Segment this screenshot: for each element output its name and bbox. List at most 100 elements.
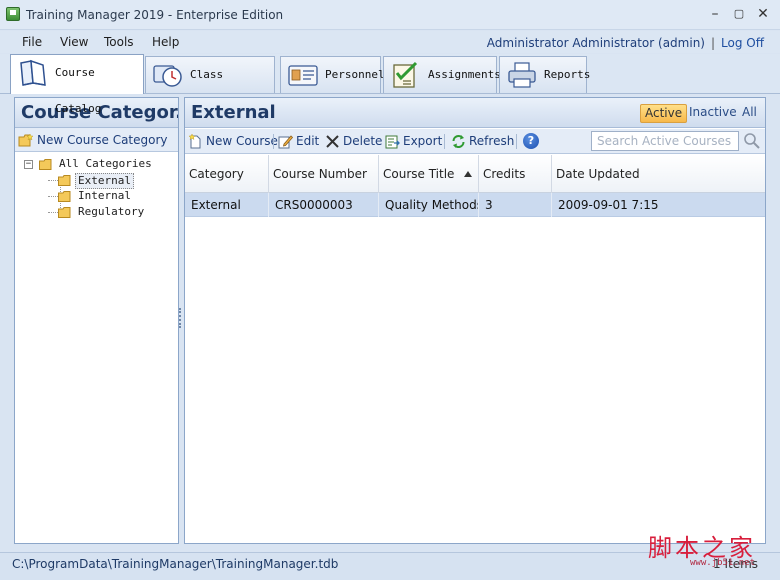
tree-label: Internal [78, 189, 131, 202]
course-grid: Category Course Number Course Title Cred… [185, 155, 765, 217]
column-header-label: Course Number [273, 167, 367, 181]
column-header-credits[interactable]: Credits [479, 155, 552, 193]
sort-ascending-icon [464, 171, 472, 177]
main-tabs: Course Catalog Class Sessions Personnel … [0, 54, 780, 117]
minimize-button[interactable]: – [704, 5, 726, 23]
search-icon[interactable] [743, 132, 761, 150]
column-header-label: Date Updated [556, 167, 640, 181]
column-header-course-title[interactable]: Course Title [379, 155, 479, 193]
tree-node-external[interactable]: External [15, 172, 178, 189]
tab-assignments[interactable]: Assignments [383, 56, 501, 93]
column-header-course-number[interactable]: Course Number [269, 155, 379, 193]
tab-label: Assignments [428, 68, 501, 81]
toolbar-divider [516, 134, 517, 149]
new-course-category-button[interactable]: New Course Category [15, 128, 178, 152]
tree-node-internal[interactable]: Internal [15, 188, 178, 204]
app-icon [6, 7, 20, 21]
tree-connector [48, 196, 58, 197]
folder-icon [58, 207, 71, 218]
tab-label: Personnel [325, 68, 385, 81]
new-folder-icon [18, 134, 34, 147]
delete-button[interactable]: Delete [325, 133, 382, 150]
new-course-button[interactable]: New Course [188, 133, 278, 150]
tab-course-catalog[interactable]: Course Catalog [10, 54, 144, 115]
export-button[interactable]: Export [385, 133, 442, 150]
collapse-toggle[interactable]: − [24, 160, 33, 169]
column-header-label: Credits [483, 167, 526, 181]
tab-label: Course Catalog [55, 66, 102, 115]
clock-icon [153, 65, 182, 87]
course-panel-title: External [191, 102, 276, 123]
logoff-link[interactable]: Log Off [721, 36, 764, 50]
tab-label: Reports [544, 68, 591, 81]
cell-course-title: Quality Methods [379, 193, 479, 217]
id-card-icon [288, 65, 318, 86]
category-tree: − All Categories External Internal Regul… [15, 152, 178, 220]
tree-node-regulatory[interactable]: Regulatory [15, 204, 178, 220]
course-toolbar: New Course Edit Delete Export Refresh ? … [185, 129, 765, 154]
checklist-icon [393, 61, 418, 88]
tree-connector [48, 180, 58, 181]
column-header-category[interactable]: Category [185, 155, 269, 193]
printer-icon [508, 62, 536, 88]
database-path: C:\ProgramData\TrainingManager\TrainingM… [12, 557, 339, 571]
grid-header: Category Course Number Course Title Cred… [185, 155, 765, 193]
cell-course-number: CRS0000003 [269, 193, 379, 217]
title-bar: Training Manager 2019 - Enterprise Editi… [0, 0, 780, 30]
folder-icon [58, 191, 71, 202]
filter-active[interactable]: Active [640, 104, 688, 123]
search-input[interactable] [591, 131, 739, 151]
menu-view[interactable]: View [60, 35, 88, 49]
course-panel: External Active Inactive All New Course … [184, 97, 766, 544]
menu-file[interactable]: File [22, 35, 42, 49]
column-header-label: Category [189, 167, 244, 181]
delete-label: Delete [343, 134, 383, 148]
cell-date-updated: 2009-09-01 7:15 [558, 198, 659, 212]
tree-label: All Categories [59, 157, 152, 170]
refresh-icon [452, 135, 465, 148]
course-panel-header: External Active Inactive All [185, 98, 765, 128]
toolbar-divider [273, 134, 274, 149]
export-icon [385, 135, 400, 149]
edit-icon [278, 135, 293, 149]
user-separator: | [710, 36, 716, 50]
tab-class-sessions[interactable]: Class Sessions [145, 56, 275, 117]
tree-label: Regulatory [78, 205, 145, 218]
new-document-icon [188, 134, 201, 149]
splitter-handle[interactable] [179, 308, 182, 328]
new-course-label: New Course [206, 134, 278, 148]
menu-help[interactable]: Help [152, 35, 179, 49]
filter-all[interactable]: All [738, 104, 761, 123]
tree-connector [48, 212, 58, 213]
export-label: Export [403, 134, 443, 148]
category-panel: Course Categor... New Course Category − … [14, 97, 179, 544]
edit-button[interactable]: Edit [278, 133, 319, 150]
close-button[interactable]: ✕ [752, 5, 774, 23]
tab-personnel[interactable]: Personnel [280, 56, 385, 93]
column-header-date-updated[interactable]: Date Updated [552, 155, 765, 193]
user-area: Administrator Administrator (admin) | Log … [487, 36, 764, 50]
refresh-label: Refresh [469, 134, 515, 148]
toolbar-divider [444, 134, 445, 149]
menu-bar: File View Tools Help Administrator Admin… [0, 31, 780, 53]
current-user: Administrator Administrator (admin) [486, 36, 705, 50]
tab-reports[interactable]: Reports [499, 56, 591, 93]
table-row[interactable]: External CRS0000003 Quality Methods 3 20… [185, 193, 765, 217]
new-course-category-label: New Course Category [37, 133, 168, 147]
folder-icon [58, 175, 71, 186]
cell-category: External [185, 193, 269, 217]
help-icon[interactable]: ? [523, 133, 539, 149]
edit-label: Edit [296, 134, 320, 148]
folder-open-icon [39, 159, 52, 170]
maximize-button[interactable]: ▢ [728, 5, 750, 23]
delete-icon [326, 135, 339, 148]
book-icon [20, 59, 46, 86]
menu-tools[interactable]: Tools [104, 35, 134, 49]
refresh-button[interactable]: Refresh [451, 133, 514, 150]
tree-label: External [75, 173, 134, 189]
cell-credits: 3 [479, 193, 552, 217]
window-title: Training Manager 2019 - Enterprise Editi… [26, 8, 284, 22]
filter-inactive[interactable]: Inactive [685, 104, 741, 123]
tree-node-all-categories[interactable]: − All Categories [15, 156, 178, 172]
watermark-url: www.jb51.net [690, 558, 756, 568]
